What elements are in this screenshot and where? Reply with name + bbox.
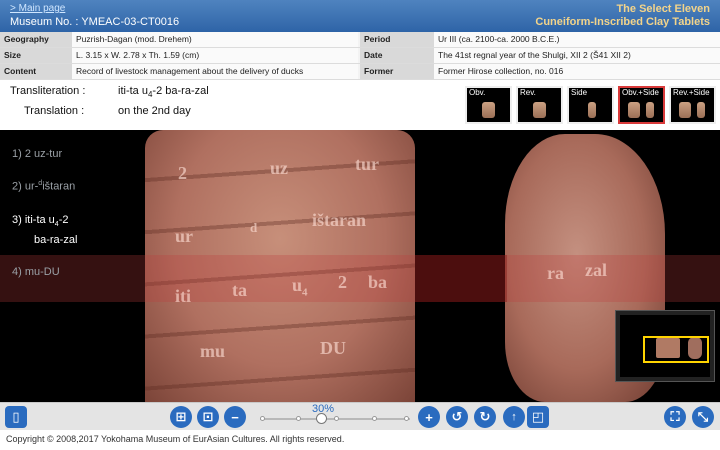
- sign-u4: u4: [292, 275, 308, 299]
- thumb-label: Rev.+Side: [673, 88, 710, 97]
- rotate-left-icon[interactable]: ↺: [446, 406, 468, 428]
- fullscreen-icon[interactable]: ⛶: [664, 406, 686, 428]
- geography-label: Geography: [0, 32, 72, 47]
- line-item-3-cont[interactable]: ba-ra-zal: [34, 234, 77, 246]
- size-value: L. 3.15 x W. 2.78 x Th. 1.59 (cm): [72, 48, 358, 63]
- museum-number: Museum No. : YMEAC-03-CT0016: [10, 16, 180, 28]
- header-bar: > Main page Museum No. : YMEAC-03-CT0016…: [0, 0, 720, 32]
- line-item-2[interactable]: 2) ur-dištaran: [12, 180, 75, 193]
- sign-text: u: [292, 275, 303, 295]
- transliteration-value: iti-ta u4-2 ba-ra-zal: [118, 85, 209, 99]
- thumb-reverse[interactable]: Rev.: [516, 86, 563, 124]
- rotate-right-icon[interactable]: ↻: [474, 406, 496, 428]
- thumb-label: Obv.+Side: [622, 88, 659, 97]
- shrink-icon[interactable]: ⤡: [692, 406, 714, 428]
- site-title-line1: The Select Eleven: [616, 3, 710, 15]
- transliteration-text: -2 ba-ra-zal: [152, 85, 209, 97]
- viewer-toolbar: ▯ ⊞ ⊡ − 30% + ↺ ↻ ↑ ◰ ⛶ ⤡: [0, 402, 720, 430]
- thumb-label: Rev.: [520, 88, 536, 97]
- site-title-line2: Cuneiform-Inscribed Clay Tablets: [535, 16, 710, 28]
- sign-ta: ta: [232, 280, 247, 300]
- sign-ra: ra: [547, 263, 564, 283]
- tablet-thumbnail: [533, 102, 546, 118]
- thumb-label: Side: [571, 88, 588, 97]
- slider-tick: [296, 416, 301, 421]
- sign-tur: tur: [355, 154, 379, 174]
- window-icon[interactable]: ◰: [527, 406, 549, 428]
- tablet-thumbnail: [482, 102, 495, 118]
- info-row: Geography Puzrish-Dagan (mod. Drehem) Pe…: [0, 32, 720, 48]
- zoom-slider[interactable]: [260, 413, 410, 424]
- sign-du: DU: [320, 338, 346, 358]
- sign-istaran: ištaran: [312, 210, 366, 230]
- zoom-out-icon[interactable]: −: [224, 406, 246, 428]
- size-label: Size: [0, 48, 72, 63]
- former-collection-label: Former collection: [360, 64, 434, 91]
- content-label: Content: [0, 64, 72, 79]
- navigator-minimap[interactable]: [615, 310, 715, 382]
- sign-ba: ba: [368, 272, 388, 292]
- period-value: Ur III (ca. 2100-ca. 2000 B.C.E.): [434, 32, 720, 47]
- view-thumbnails: Obv. Rev. Side Obv.+Side Rev.+Side: [465, 86, 716, 124]
- thumb-side[interactable]: Side: [567, 86, 614, 124]
- sign-mu: mu: [200, 341, 226, 361]
- slider-tick: [260, 416, 265, 421]
- info-row: Content Record of livestock management a…: [0, 64, 720, 91]
- tablet-thumbnail: [679, 102, 691, 118]
- minimap-canvas: [620, 315, 710, 377]
- sidebar-toggle-icon[interactable]: ▯: [5, 406, 27, 428]
- sign-2: 2: [178, 163, 187, 183]
- sign-uz: uz: [270, 158, 288, 178]
- info-table: Geography Puzrish-Dagan (mod. Drehem) Pe…: [0, 32, 720, 91]
- fit-screen-icon[interactable]: ⊡: [197, 406, 219, 428]
- line-highlight: [415, 255, 507, 302]
- transliteration-text: iti-ta u: [118, 85, 148, 97]
- sign-iti: iti: [175, 286, 191, 306]
- line-text: -2: [58, 214, 69, 226]
- line-item-3[interactable]: 3) iti-ta u4-2: [12, 214, 68, 228]
- slider-tick: [372, 416, 377, 421]
- tablet-thumbnail: [697, 102, 705, 118]
- zoom-in-icon[interactable]: +: [418, 406, 440, 428]
- sign-subscript: 4: [302, 286, 308, 299]
- line-text: 3) iti-ta u: [12, 214, 55, 226]
- tablet-thumbnail: [646, 102, 654, 118]
- line-item-1[interactable]: 1) 2 uz-tur: [12, 148, 62, 160]
- line-highlight: [0, 255, 720, 302]
- thumb-reverse-side[interactable]: Rev.+Side: [669, 86, 716, 124]
- thumb-label: Obv.: [469, 88, 486, 97]
- line-text: ištaran: [42, 180, 76, 193]
- translation-value: on the 2nd day: [118, 105, 191, 117]
- sign-2b: 2: [338, 272, 347, 292]
- slider-tick: [334, 416, 339, 421]
- zoom-slider-handle[interactable]: [316, 413, 327, 424]
- thumb-obverse-side[interactable]: Obv.+Side: [618, 86, 665, 124]
- main-page-link[interactable]: > Main page: [10, 3, 65, 14]
- content-value: Record of livestock management about the…: [72, 64, 358, 79]
- former-collection-value: Former Hirose collection, no. 016: [434, 64, 720, 79]
- transliteration-panel: Transliteration : iti-ta u4-2 ba-ra-zal …: [0, 80, 720, 130]
- tablet-thumbnail: [628, 102, 640, 118]
- translation-label: Translation :: [24, 105, 85, 117]
- slider-tick: [404, 416, 409, 421]
- sign-d: d: [250, 220, 258, 235]
- date-value: The 41st regnal year of the Shulgi, XII …: [434, 48, 720, 63]
- grid-view-icon[interactable]: ⊞: [170, 406, 192, 428]
- period-label: Period: [360, 32, 434, 47]
- sign-zal: zal: [585, 260, 607, 280]
- date-label: Date: [360, 48, 434, 63]
- line-text: 2) ur-: [12, 180, 39, 193]
- move-up-icon[interactable]: ↑: [503, 406, 525, 428]
- info-row: Size L. 3.15 x W. 2.78 x Th. 1.59 (cm) D…: [0, 48, 720, 64]
- minimap-viewport-frame[interactable]: [643, 336, 709, 363]
- transliteration-label: Transliteration :: [10, 85, 86, 97]
- tablet-viewer[interactable]: 1) 2 uz-tur 2) ur-dištaran 3) iti-ta u4-…: [0, 130, 720, 402]
- copyright-footer: Copyright © 2008,2017 Yokohama Museum of…: [0, 430, 720, 450]
- line-item-4[interactable]: 4) mu-DU: [12, 266, 60, 278]
- geography-value: Puzrish-Dagan (mod. Drehem): [72, 32, 358, 47]
- thumb-obverse[interactable]: Obv.: [465, 86, 512, 124]
- tablet-thumbnail: [588, 102, 596, 118]
- sign-ur: ur: [175, 226, 193, 246]
